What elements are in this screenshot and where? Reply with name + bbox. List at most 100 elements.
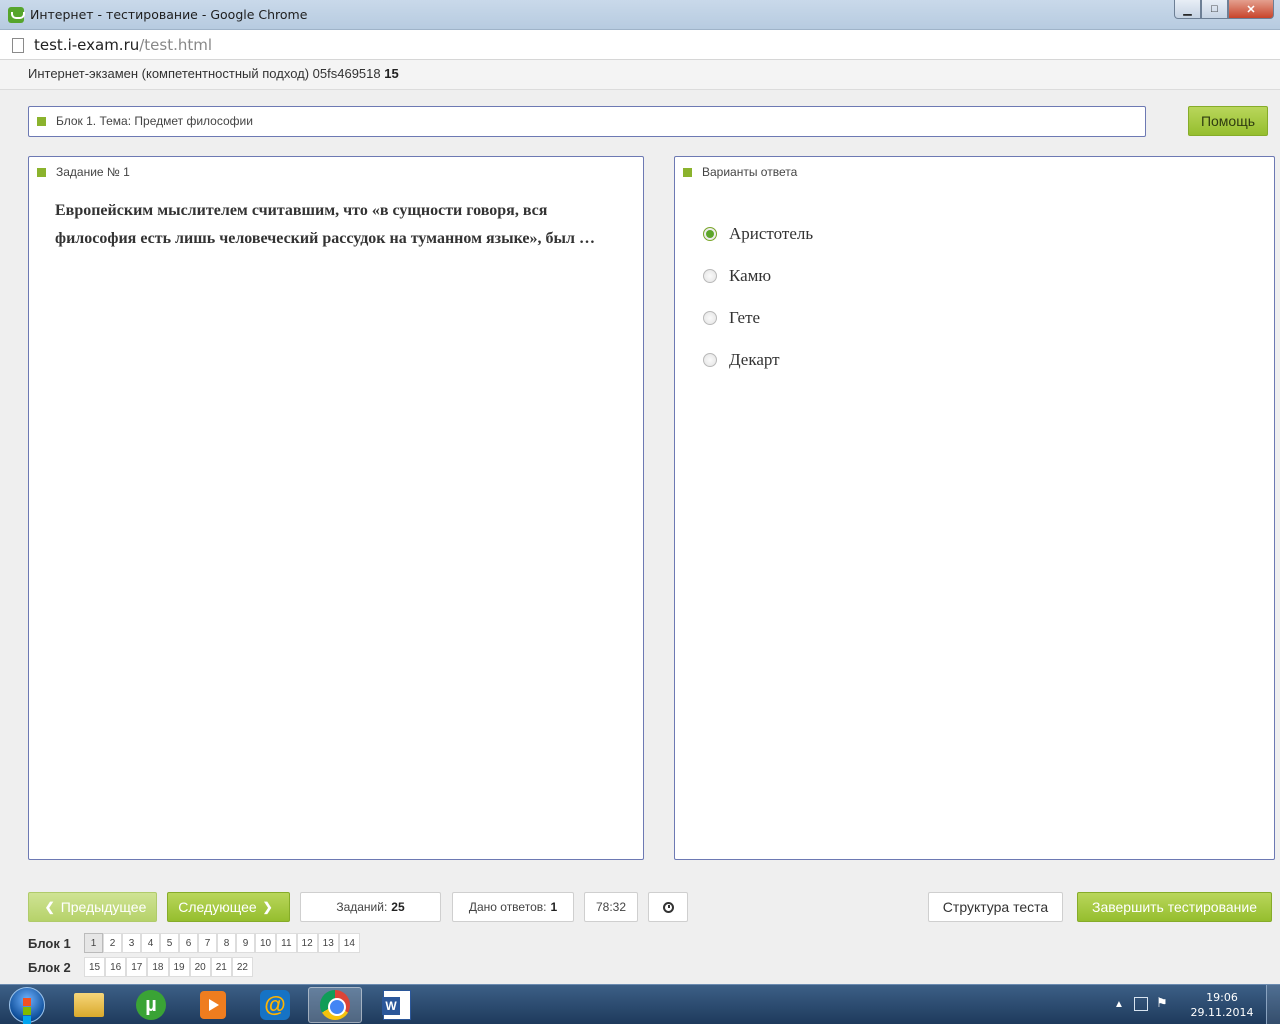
answers-header-label: Варианты ответа — [702, 165, 798, 179]
answer-option[interactable]: Гете — [703, 297, 813, 339]
question-link-11[interactable]: 11 — [276, 933, 297, 953]
network-icon[interactable] — [1134, 997, 1148, 1011]
question-link-10[interactable]: 10 — [255, 933, 277, 953]
question-link-20[interactable]: 20 — [189, 957, 211, 977]
question-link-9[interactable]: 9 — [236, 933, 255, 953]
windows-taskbar: µ @ ▲ ⚑ 19:06 29.11.2014 — [0, 984, 1280, 1024]
next-label: Следующее — [178, 899, 257, 915]
window-controls: ▁ □ ✕ — [1174, 0, 1274, 19]
chrome-icon — [320, 990, 350, 1020]
question-link-16[interactable]: 16 — [105, 957, 127, 977]
answer-option-label[interactable]: Гете — [729, 308, 760, 328]
test-structure-button[interactable]: Структура теста — [928, 892, 1063, 922]
clock-time: 19:06 — [1206, 991, 1238, 1004]
taskbar-utorrent[interactable]: µ — [124, 987, 178, 1023]
url-path: /test.html — [139, 36, 213, 54]
question-link-4[interactable]: 4 — [141, 933, 160, 953]
answered-count-value: 1 — [550, 900, 558, 914]
question-link-1[interactable]: 1 — [84, 933, 103, 953]
question-link-22[interactable]: 22 — [231, 957, 253, 977]
block2-label: Блок 2 — [28, 959, 71, 975]
question-link-8[interactable]: 8 — [217, 933, 236, 953]
maximize-button[interactable]: □ — [1201, 0, 1228, 19]
task-header: Задание № 1 — [37, 165, 130, 179]
question-link-13[interactable]: 13 — [317, 933, 339, 953]
question-link-14[interactable]: 14 — [338, 933, 360, 953]
url-host: test.i-exam.ru — [34, 36, 140, 54]
answer-option[interactable]: Аристотель — [703, 213, 813, 255]
utorrent-icon: µ — [136, 990, 166, 1020]
help-button[interactable]: Помощь — [1188, 106, 1268, 136]
block-topic-bar: Блок 1. Тема: Предмет философии — [28, 106, 1146, 137]
taskbar-word[interactable] — [370, 987, 424, 1023]
radio-button-selected[interactable] — [703, 227, 717, 241]
answer-option[interactable]: Камю — [703, 255, 813, 297]
taskbar-explorer[interactable] — [62, 987, 116, 1023]
action-center-flag-icon[interactable]: ⚑ — [1156, 995, 1170, 1010]
question-link-3[interactable]: 3 — [122, 933, 141, 953]
timer-toggle-button[interactable] — [648, 892, 688, 922]
question-link-21[interactable]: 21 — [210, 957, 232, 977]
exam-header: Интернет-экзамен (компетентностный подхо… — [0, 60, 1280, 90]
page-content: Интернет-экзамен (компетентностный подхо… — [0, 60, 1280, 984]
answers-header: Варианты ответа — [683, 165, 797, 179]
page-icon — [12, 38, 24, 53]
word-icon — [382, 990, 411, 1020]
radio-button[interactable] — [703, 311, 717, 325]
radio-button[interactable] — [703, 269, 717, 283]
exam-number: 15 — [384, 66, 399, 81]
finish-test-button[interactable]: Завершить тестирование — [1077, 892, 1272, 922]
question-link-17[interactable]: 17 — [126, 957, 148, 977]
show-desktop-button[interactable] — [1266, 985, 1280, 1024]
question-link-19[interactable]: 19 — [168, 957, 190, 977]
previous-label: Предыдущее — [60, 899, 147, 915]
taskbar-clock[interactable]: 19:06 29.11.2014 — [1182, 990, 1262, 1020]
show-hidden-icons-icon[interactable]: ▲ — [1114, 999, 1124, 1010]
explorer-icon — [74, 993, 104, 1017]
minimize-button[interactable]: ▁ — [1174, 0, 1201, 19]
taskbar-mail-agent[interactable]: @ — [248, 987, 302, 1023]
chevron-right-icon: ❯ — [262, 900, 273, 914]
block2-question-links: 15 16 17 18 19 20 21 22 — [84, 957, 253, 977]
answered-count-label: Дано ответов: — [468, 900, 547, 914]
window-titlebar: Интернет - тестирование - Google Chrome … — [0, 0, 1280, 30]
previous-button[interactable]: ❮ Предыдущее — [28, 892, 157, 922]
exam-title: Интернет-экзамен (компетентностный подхо… — [28, 66, 399, 81]
block-topic-header: Блок 1. Тема: Предмет философии — [37, 114, 253, 128]
system-tray: ▲ ⚑ 19:06 29.11.2014 — [1110, 985, 1280, 1024]
media-player-icon — [200, 991, 226, 1019]
start-button[interactable] — [2, 985, 52, 1024]
taskbar-chrome[interactable] — [308, 987, 362, 1023]
mail-agent-icon: @ — [260, 990, 290, 1020]
block-topic-label: Блок 1. Тема: Предмет философии — [56, 114, 253, 128]
question-link-6[interactable]: 6 — [179, 933, 198, 953]
square-bullet-icon — [37, 116, 46, 126]
block1-label: Блок 1 — [28, 935, 71, 951]
question-link-12[interactable]: 12 — [296, 933, 318, 953]
question-link-2[interactable]: 2 — [103, 933, 122, 953]
chevron-left-icon: ❮ — [44, 900, 55, 914]
radio-button[interactable] — [703, 353, 717, 367]
tasks-count-label: Заданий: — [336, 900, 388, 914]
answer-option-label[interactable]: Аристотель — [729, 224, 813, 244]
block2-navigation: Блок 2 15 16 17 18 19 20 21 22 — [28, 957, 253, 977]
tasks-count-value: 25 — [391, 900, 405, 914]
square-bullet-icon — [37, 167, 46, 177]
exam-title-text: Интернет-экзамен (компетентностный подхо… — [28, 66, 381, 81]
answer-option-label[interactable]: Декарт — [729, 350, 780, 370]
url-text[interactable]: test.i-exam.ru/test.html — [34, 36, 212, 54]
question-link-5[interactable]: 5 — [160, 933, 179, 953]
question-link-7[interactable]: 7 — [198, 933, 217, 953]
address-bar[interactable]: test.i-exam.ru/test.html — [0, 30, 1280, 60]
timer-display: 78:32 — [584, 892, 638, 922]
block1-navigation: Блок 1 1 2 3 4 5 6 7 8 9 10 11 12 13 14 — [28, 933, 360, 953]
task-panel: Задание № 1 Европейским мыслителем счита… — [28, 156, 644, 860]
question-link-15[interactable]: 15 — [84, 957, 106, 977]
question-link-18[interactable]: 18 — [147, 957, 169, 977]
windows-logo-icon — [9, 987, 45, 1024]
close-button[interactable]: ✕ — [1228, 0, 1274, 19]
next-button[interactable]: Следующее ❯ — [167, 892, 290, 922]
answer-option-label[interactable]: Камю — [729, 266, 771, 286]
taskbar-media-player[interactable] — [186, 987, 240, 1023]
answer-option[interactable]: Декарт — [703, 339, 813, 381]
